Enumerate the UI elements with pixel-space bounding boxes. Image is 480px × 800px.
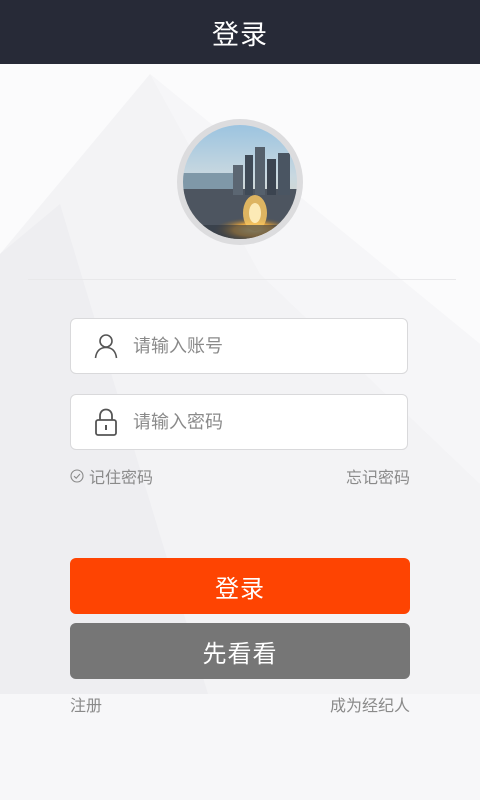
city-skyline-image: [183, 125, 297, 239]
title-bar: 登录: [0, 0, 480, 64]
remember-password-label: 记住密码: [89, 468, 154, 487]
password-input[interactable]: [131, 410, 385, 434]
avatar-ring: [177, 119, 303, 245]
bottom-links: 注册 成为经纪人: [70, 692, 410, 716]
user-icon: [93, 331, 119, 361]
login-button[interactable]: 登录: [70, 558, 410, 614]
account-field[interactable]: [70, 318, 408, 374]
avatar: [183, 125, 297, 239]
become-agent-link[interactable]: 成为经纪人: [330, 692, 410, 716]
page-title: 登录: [212, 19, 268, 51]
forgot-password-link[interactable]: 忘记密码: [346, 464, 410, 488]
password-field[interactable]: [70, 394, 408, 450]
register-link[interactable]: 注册: [70, 692, 102, 716]
account-input[interactable]: [131, 334, 385, 358]
divider: [28, 279, 456, 280]
check-circle-icon: [70, 469, 84, 483]
browse-first-button[interactable]: 先看看: [70, 623, 410, 679]
login-options: 记住密码 忘记密码: [70, 464, 410, 488]
lock-icon: [93, 407, 119, 437]
remember-password-toggle[interactable]: 记住密码: [70, 464, 153, 488]
login-page: 登录 请输入账号 记住密码 忘记密码 登录 先看看 注册 成为经纪人: [0, 0, 480, 800]
